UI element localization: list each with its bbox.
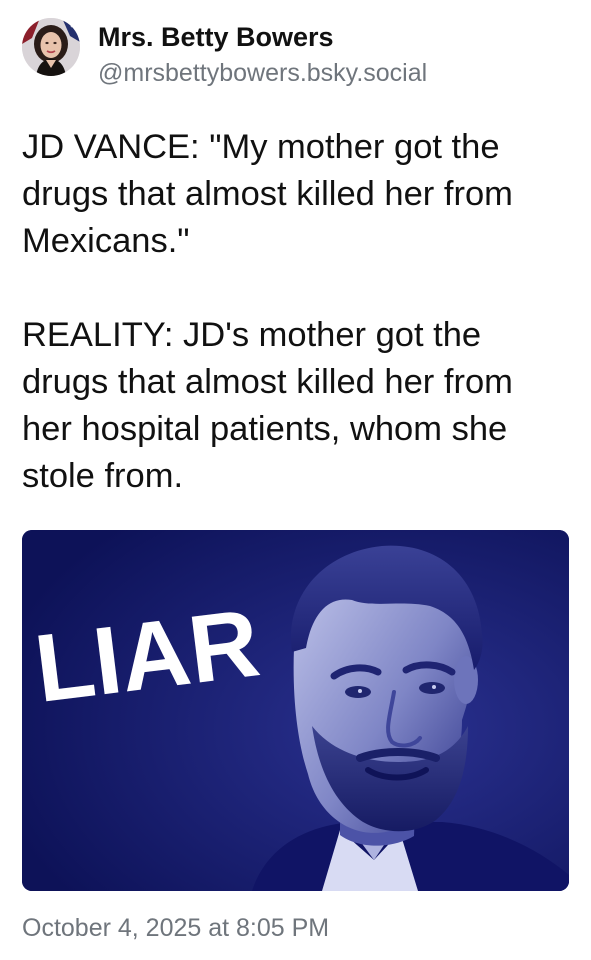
- author-avatar[interactable]: [22, 18, 80, 76]
- post-image[interactable]: LIAR: [22, 530, 569, 891]
- post-text-paragraph: REALITY: JD's mother got the drugs that …: [22, 316, 513, 495]
- post-timestamp[interactable]: October 4, 2025 at 8:05 PM: [22, 914, 329, 943]
- author-handle[interactable]: @mrsbettybowers.bsky.social: [98, 59, 427, 88]
- avatar-portrait-icon: [22, 18, 80, 76]
- post-text-paragraph: JD VANCE: "My mother got the drugs that …: [22, 128, 513, 260]
- post-author: Mrs. Betty Bowers @mrsbettybowers.bsky.s…: [22, 18, 572, 87]
- post-text: JD VANCE: "My mother got the drugs that …: [22, 124, 570, 500]
- post-card: Mrs. Betty Bowers @mrsbettybowers.bsky.s…: [0, 0, 591, 960]
- portrait-photo-illustration: LIAR: [22, 530, 569, 891]
- author-display-name[interactable]: Mrs. Betty Bowers: [98, 22, 334, 53]
